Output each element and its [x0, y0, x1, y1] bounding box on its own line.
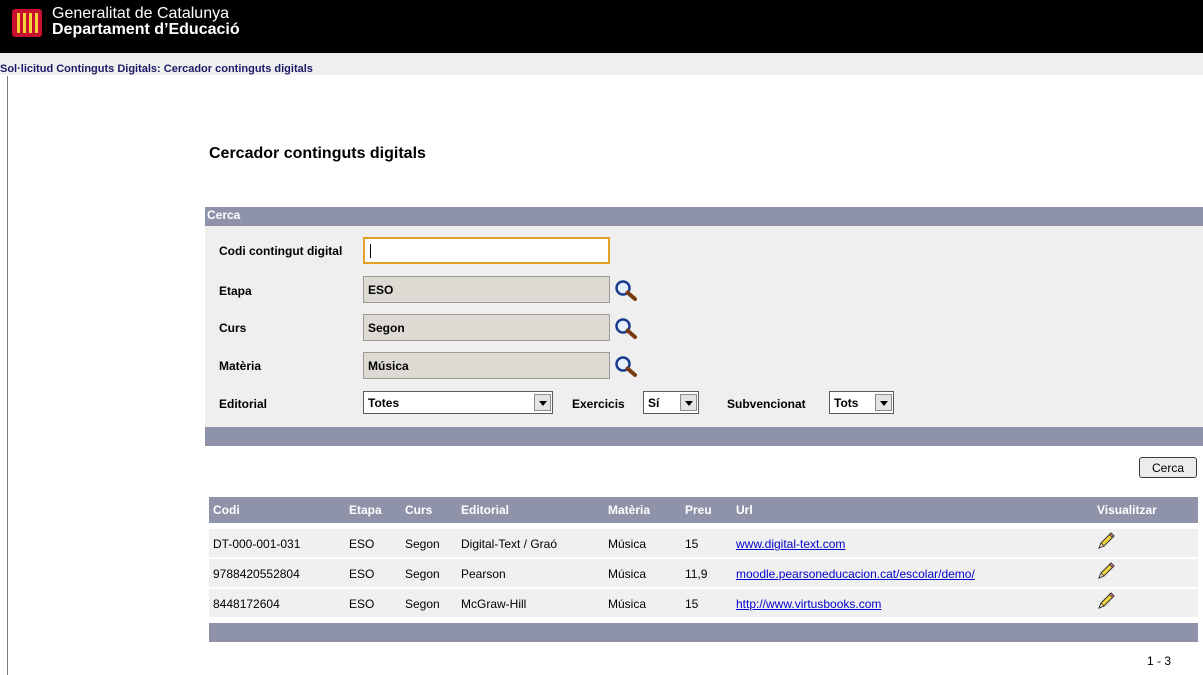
table-footer	[209, 623, 1198, 642]
publisher-label: Editorial	[219, 397, 268, 411]
cell-url: http://www.virtusbooks.com	[736, 597, 881, 611]
col-course-header[interactable]: Curs	[405, 503, 432, 517]
page-title: Cercador continguts digitals	[209, 145, 426, 162]
cell-price: 15	[685, 597, 699, 611]
left-divider	[7, 76, 8, 675]
stage-label: Etapa	[219, 284, 252, 298]
pencil-icon[interactable]	[1096, 592, 1116, 610]
cell-course: Segon	[405, 537, 440, 551]
cell-subject: Música	[608, 597, 647, 611]
pagination-info: 1 - 3	[1147, 654, 1172, 668]
search-section-header: Cerca	[205, 207, 1203, 226]
chevron-down-icon[interactable]	[534, 394, 551, 411]
stage-field: ESO	[363, 276, 610, 303]
cell-url: moodle.pearsoneducacion.cat/escolar/demo…	[736, 567, 975, 581]
course-field: Segon	[363, 314, 610, 341]
col-publisher-header[interactable]: Editorial	[461, 503, 509, 517]
exercises-select-value: Sí	[648, 396, 660, 410]
subsidized-select[interactable]: Tots	[829, 391, 894, 414]
cell-code: DT-000-001-031	[213, 537, 301, 551]
cell-stage: ESO	[349, 567, 375, 581]
cell-stage: ESO	[349, 597, 375, 611]
search-button[interactable]: Cerca	[1139, 457, 1197, 478]
cell-stage: ESO	[349, 537, 375, 551]
cell-price: 15	[685, 537, 699, 551]
publisher-select[interactable]: Totes	[363, 391, 553, 414]
subject-search-icon[interactable]	[614, 355, 638, 377]
cell-subject: Música	[608, 537, 647, 551]
cell-url: www.digital-text.com	[736, 537, 845, 551]
code-label: Codi contingut digital	[219, 244, 343, 258]
brand-line-1: Generalitat de Catalunya	[52, 5, 229, 22]
col-price-header[interactable]: Preu	[685, 503, 712, 517]
pencil-icon[interactable]	[1096, 532, 1116, 550]
col-view-header: Visualitzar	[1097, 503, 1157, 517]
breadcrumb: Sol·licitud Continguts Digitals: Cercado…	[0, 63, 313, 75]
url-link[interactable]: http://www.virtusbooks.com	[736, 597, 881, 611]
exercises-select[interactable]: Sí	[643, 391, 699, 414]
generalitat-logo	[12, 9, 42, 37]
col-url-header[interactable]: Url	[736, 503, 753, 517]
url-link[interactable]: www.digital-text.com	[736, 537, 845, 551]
cell-price: 11,9	[685, 567, 708, 581]
subsidized-label: Subvencionat	[727, 397, 806, 411]
publisher-select-value: Totes	[368, 396, 400, 410]
cell-course: Segon	[405, 597, 440, 611]
cell-publisher: Digital-Text / Graó	[461, 537, 558, 551]
brand: Generalitat de Catalunya Departament d’E…	[52, 6, 240, 38]
cell-course: Segon	[405, 567, 440, 581]
cell-publisher: McGraw-Hill	[461, 597, 527, 611]
search-panel-footer	[205, 427, 1203, 446]
pencil-icon[interactable]	[1096, 562, 1116, 580]
url-link[interactable]: moodle.pearsoneducacion.cat/escolar/demo…	[736, 567, 975, 581]
subject-label: Matèria	[219, 359, 262, 373]
col-subject-header[interactable]: Matèria	[608, 503, 650, 517]
cell-code: 9788420552804	[213, 567, 300, 581]
course-label: Curs	[219, 321, 247, 335]
cell-publisher: Pearson	[461, 567, 506, 581]
cell-code: 8448172604	[213, 597, 280, 611]
chevron-down-icon[interactable]	[680, 394, 697, 411]
code-input[interactable]	[363, 237, 610, 264]
chevron-down-icon[interactable]	[875, 394, 892, 411]
stage-search-icon[interactable]	[614, 279, 638, 301]
brand-line-2: Departament d’Educació	[52, 21, 240, 38]
search-panel	[205, 226, 1203, 427]
course-search-icon[interactable]	[614, 317, 638, 339]
text-caret	[370, 244, 371, 258]
subject-field: Música	[363, 352, 610, 379]
col-code-header[interactable]: Codi	[213, 503, 240, 517]
cell-subject: Música	[608, 567, 647, 581]
exercises-label: Exercicis	[572, 397, 625, 411]
subsidized-select-value: Tots	[834, 396, 859, 410]
col-stage-header[interactable]: Etapa	[349, 503, 382, 517]
app-header: Generalitat de Catalunya Departament d’E…	[0, 0, 1203, 53]
